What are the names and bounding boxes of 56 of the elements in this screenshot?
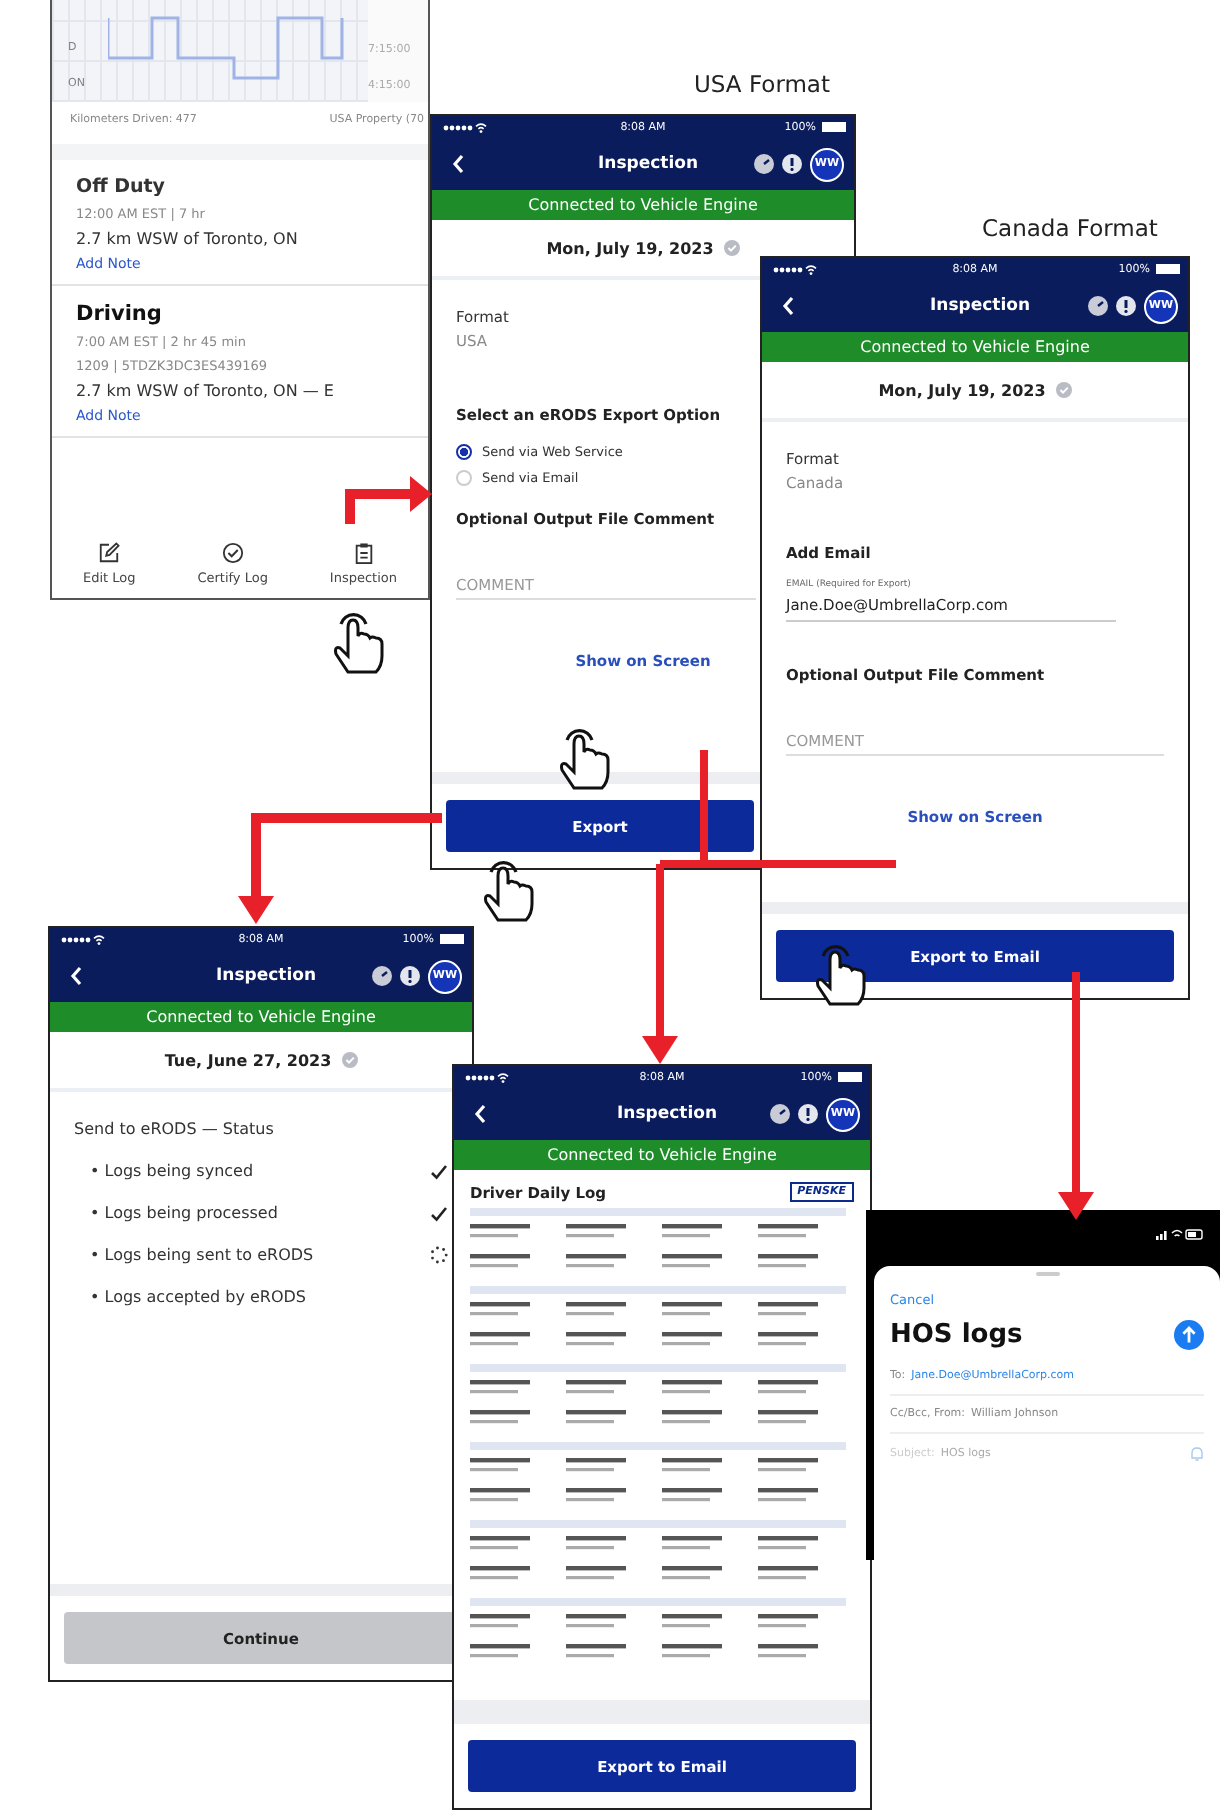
check-icon xyxy=(430,1163,448,1179)
log-date-text: Mon, July 19, 2023 xyxy=(546,239,714,257)
location-text: 2.7 km WSW of Toronto, ON xyxy=(76,230,300,248)
back-chevron-icon[interactable] xyxy=(474,1104,486,1124)
gauge-icon[interactable] xyxy=(770,1104,790,1124)
log-date-text: Tue, June 27, 2023 xyxy=(164,1051,332,1069)
duty-status-title: Off Duty xyxy=(76,176,167,198)
signal-wifi-icon xyxy=(440,121,488,133)
signal-wifi-icon xyxy=(58,933,106,945)
check-icon xyxy=(430,1205,448,1221)
radio-button[interactable] xyxy=(456,444,472,460)
connection-banner: Connected to Vehicle Engine xyxy=(762,332,1188,362)
battery-icon xyxy=(822,122,846,132)
flow-arrow xyxy=(345,476,432,524)
status-step-text: • Logs being processed xyxy=(90,1204,278,1222)
status-heading: Send to eRODS — Status xyxy=(74,1120,276,1138)
screen-title: Inspection xyxy=(215,966,317,986)
alert-icon[interactable] xyxy=(798,1104,818,1124)
alert-icon[interactable] xyxy=(1116,296,1136,316)
status-step-text: • Logs accepted by eRODS xyxy=(90,1288,307,1306)
tap-hand-icon xyxy=(556,724,616,792)
alert-icon[interactable] xyxy=(400,966,420,986)
signal-wifi-battery-icon xyxy=(1156,1228,1204,1240)
gauge-icon[interactable] xyxy=(1088,296,1108,316)
check-circle-icon xyxy=(723,240,740,256)
check-circle-icon xyxy=(341,1052,358,1068)
alert-icon[interactable] xyxy=(782,154,802,174)
clipboard-icon xyxy=(353,542,374,564)
screen-title: Inspection xyxy=(597,154,699,174)
loading-spinner-icon xyxy=(430,1246,448,1264)
format-caption: Canada Format xyxy=(982,214,1158,242)
duty-status-title: Driving xyxy=(76,302,164,326)
back-chevron-icon[interactable] xyxy=(452,154,464,174)
location-text: 2.7 km WSW of Toronto, ON — E xyxy=(76,382,336,400)
connection-banner: Connected to Vehicle Engine xyxy=(50,1002,472,1032)
back-chevron-icon[interactable] xyxy=(782,296,794,316)
format-caption: USA Format xyxy=(694,70,830,98)
tap-hand-icon xyxy=(330,608,390,676)
status-step-text: • Logs being sent to eRODS xyxy=(90,1246,314,1264)
screen-title: Inspection xyxy=(929,296,1031,316)
status-step-text: • Logs being synced xyxy=(90,1162,254,1180)
battery-icon xyxy=(1156,264,1180,274)
gauge-icon[interactable] xyxy=(372,966,392,986)
connection-banner: Connected to Vehicle Engine xyxy=(432,190,854,220)
battery-icon xyxy=(440,934,464,944)
connection-banner: Connected to Vehicle Engine xyxy=(454,1140,870,1170)
screen-title: Inspection xyxy=(616,1104,718,1124)
log-date-text: Mon, July 19, 2023 xyxy=(878,381,1046,399)
signal-wifi-icon xyxy=(462,1071,510,1083)
back-chevron-icon[interactable] xyxy=(70,966,82,986)
gauge-icon[interactable] xyxy=(754,154,774,174)
battery-icon xyxy=(838,1072,862,1082)
check-circle-icon xyxy=(1055,382,1072,398)
check-circle-icon xyxy=(221,542,244,564)
signal-wifi-icon xyxy=(770,263,818,275)
email-subject-title: HOS logs xyxy=(890,1320,1023,1350)
